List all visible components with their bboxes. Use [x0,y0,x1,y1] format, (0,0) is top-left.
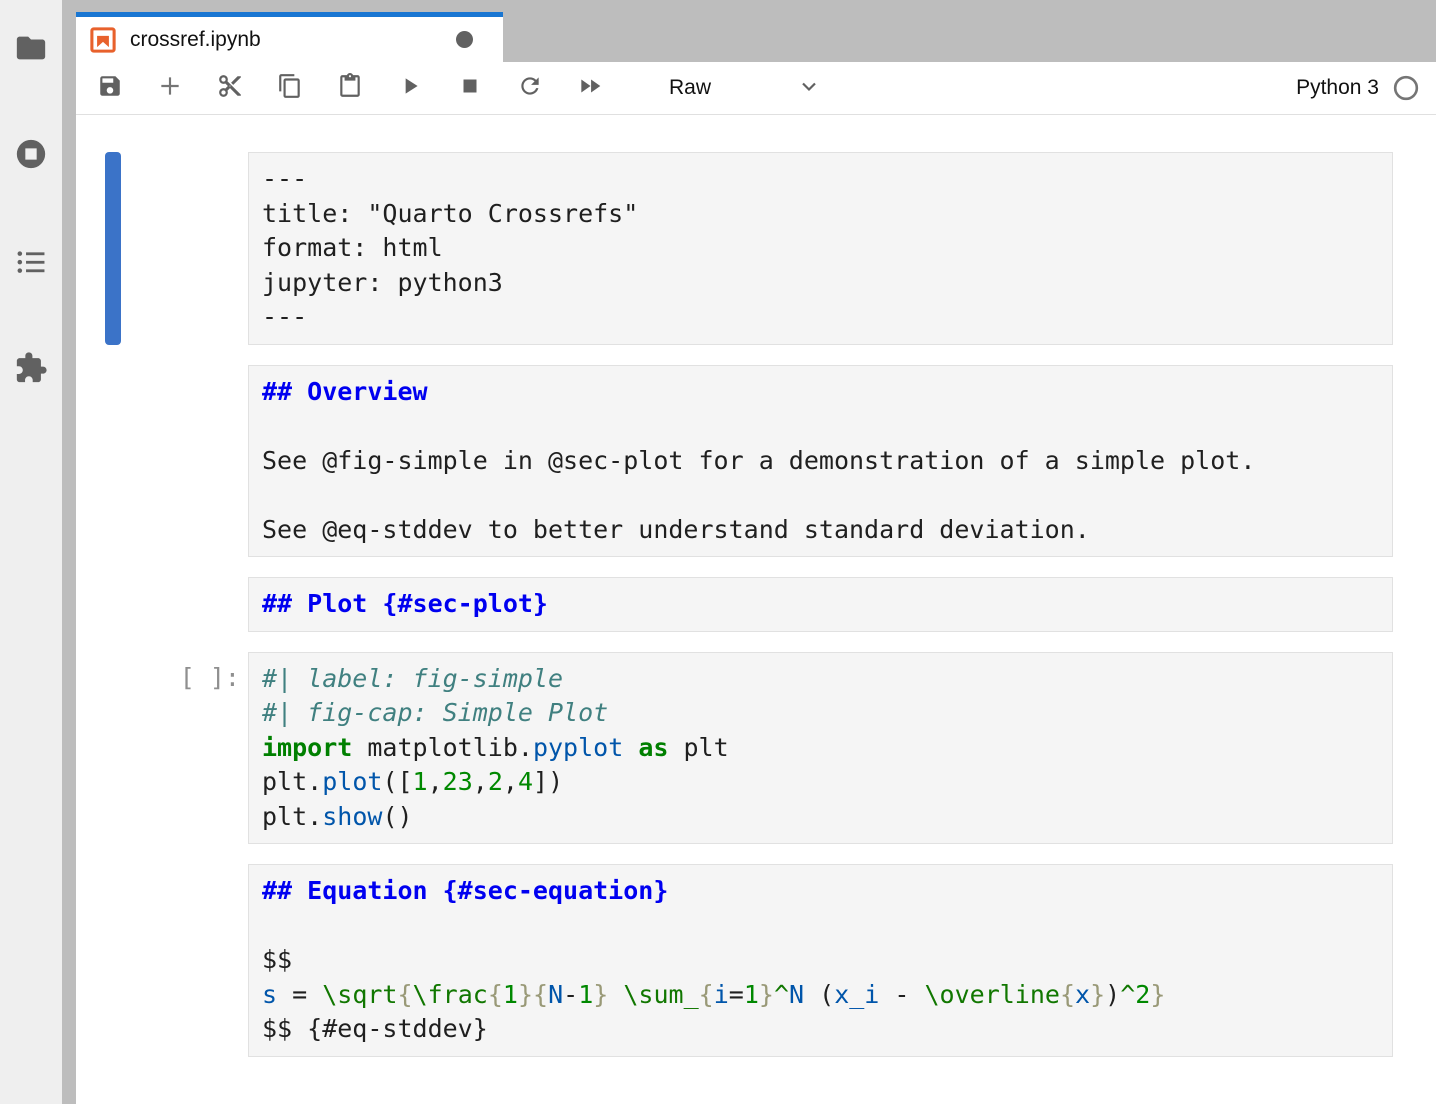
run-cell-button[interactable] [397,75,423,101]
code-line: --- [262,300,1379,335]
table-of-contents-tab[interactable] [13,246,49,282]
scissors-icon [217,73,243,104]
code-line: import matplotlib.pyplot as plt [262,731,1379,766]
kernel-name[interactable]: Python 3 [1296,76,1379,100]
code-line: $$ {#eq-stddev} [262,1012,1379,1047]
cell-prompt-area [76,152,248,345]
running-sessions-tab[interactable] [13,138,49,174]
list-icon [14,245,48,284]
code-line: See @eq-stddev to better understand stan… [262,513,1379,548]
notebook-toolbar: Raw Python 3 [76,62,1436,115]
code-line: ## Overview [262,375,1379,410]
fast-forward-icon [577,73,603,104]
cell-editor[interactable]: ## Plot {#sec-plot} [248,577,1393,632]
cell-editor[interactable]: ---title: "Quarto Crossrefs"format: html… [248,152,1393,345]
cell-prompt-area: [ ]: [76,652,248,845]
puzzle-icon [14,351,48,390]
cell-editor[interactable]: ## Equation {#sec-equation} $$s = \sqrt{\… [248,864,1393,1057]
copy-icon [277,73,303,104]
play-icon [397,73,423,104]
code-line [262,409,1379,444]
code-line: jupyter: python3 [262,266,1379,301]
cut-cells-button[interactable] [217,75,243,101]
folder-icon [14,31,48,70]
code-line: title: "Quarto Crossrefs" [262,197,1379,232]
restart-run-all-button[interactable] [577,75,603,101]
code-line [262,478,1379,513]
cell-type-dropdown[interactable]: Raw [669,74,821,103]
interrupt-kernel-button[interactable] [457,75,483,101]
notebook-cell-markdown: ## Equation {#sec-equation} $$s = \sqrt{\… [76,864,1436,1057]
file-browser-tab[interactable] [13,32,49,68]
tab-title: crossref.ipynb [130,28,456,52]
kernel-status-icon [1393,75,1419,101]
code-line: --- [262,162,1379,197]
left-activity-bar [0,0,62,1104]
notebook-cell-raw: ---title: "Quarto Crossrefs"format: html… [76,152,1436,345]
restart-icon [517,73,543,104]
main-area: crossref.ipynb [76,0,1436,1104]
kernel-indicator: Python 3 [1296,75,1419,101]
notebook-cell-code: [ ]:#| label: fig-simple#| fig-cap: Simp… [76,652,1436,845]
code-line: #| fig-cap: Simple Plot [262,696,1379,731]
notebook-file-icon [90,27,116,53]
code-line: ## Plot {#sec-plot} [262,587,1379,622]
unsaved-changes-indicator[interactable] [456,31,473,48]
notebook-cell-markdown: ## Overview See @fig-simple in @sec-plot … [76,365,1436,558]
code-line: s = \sqrt{\frac{1}{N-1} \sum_{i=1}^N (x_… [262,978,1379,1013]
code-line: ## Equation {#sec-equation} [262,874,1379,909]
chevron-down-icon [797,74,821,103]
paste-cells-button[interactable] [337,75,363,101]
selected-cell-indicator[interactable] [105,152,121,345]
code-line [262,909,1379,944]
code-line: plt.show() [262,800,1379,835]
extension-manager-tab[interactable] [13,352,49,388]
insert-cell-button[interactable] [157,75,183,101]
stop-icon [457,73,483,104]
code-line: format: html [262,231,1379,266]
notebook-cells: ---title: "Quarto Crossrefs"format: html… [76,115,1436,1104]
cell-prompt-area [76,864,248,1057]
cell-editor[interactable]: ## Overview See @fig-simple in @sec-plot … [248,365,1393,558]
copy-cells-button[interactable] [277,75,303,101]
cell-prompt-area [76,577,248,632]
code-line: #| label: fig-simple [262,662,1379,697]
tab-crossref-notebook[interactable]: crossref.ipynb [76,12,503,62]
notebook-cell-markdown: ## Plot {#sec-plot} [76,577,1436,632]
cell-prompt-area [76,365,248,558]
save-icon [97,73,123,104]
clipboard-icon [337,73,363,104]
code-line: See @fig-simple in @sec-plot for a demon… [262,444,1379,479]
restart-kernel-button[interactable] [517,75,543,101]
sidebar-divider [62,0,76,1104]
stop-circle-icon [14,137,48,176]
code-line: $$ [262,943,1379,978]
save-button[interactable] [97,75,123,101]
plus-icon [157,73,183,104]
cell-editor[interactable]: #| label: fig-simple#| fig-cap: Simple P… [248,652,1393,845]
tab-bar: crossref.ipynb [76,0,1436,62]
execution-count: [ ]: [180,661,240,696]
code-line: plt.plot([1,23,2,4]) [262,765,1379,800]
cell-type-value: Raw [669,76,711,100]
